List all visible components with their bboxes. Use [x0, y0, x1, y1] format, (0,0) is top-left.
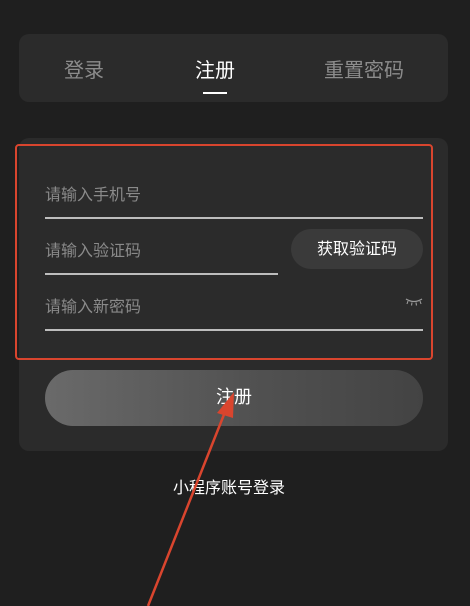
register-submit-button[interactable]: 注册	[45, 370, 423, 426]
auth-tab-bar: 登录 注册 重置密码	[19, 34, 448, 102]
annotation-highlight-box	[15, 144, 433, 360]
tab-login[interactable]: 登录	[64, 54, 104, 83]
tab-register[interactable]: 注册	[195, 54, 235, 83]
active-tab-indicator	[203, 92, 227, 94]
mini-program-login-link[interactable]: 小程序账号登录	[173, 474, 285, 498]
tab-reset-password[interactable]: 重置密码	[324, 54, 404, 83]
